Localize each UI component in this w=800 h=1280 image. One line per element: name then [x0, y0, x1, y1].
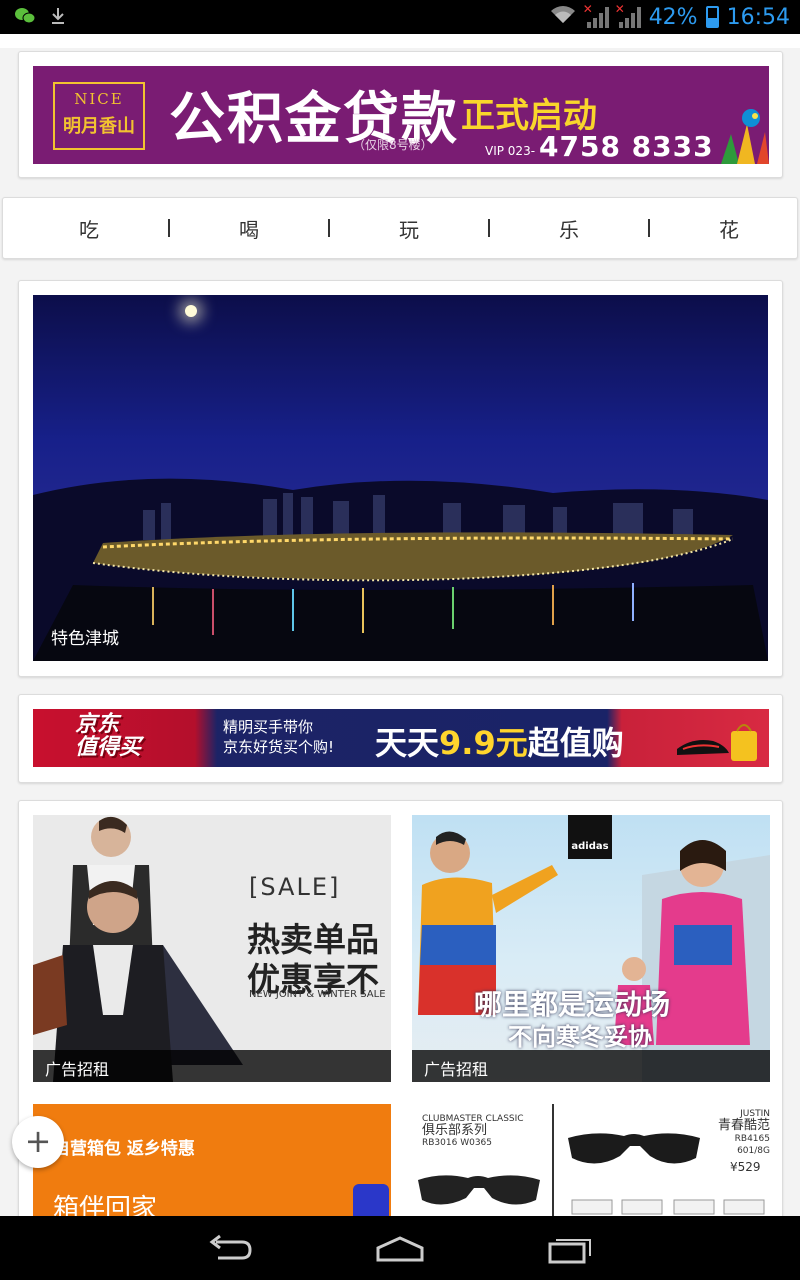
wifi-icon: [549, 3, 577, 31]
battery-icon: [705, 6, 719, 28]
hero-carousel[interactable]: 特色津城: [33, 295, 768, 661]
tile-caption: 广告招租: [45, 1060, 110, 1079]
battery-percent: 42%: [648, 4, 698, 30]
signal-icon: ✕: [583, 2, 609, 28]
hero-carousel-card: 特色津城: [18, 280, 783, 677]
product-tile-luggage[interactable]: 自营箱包 返乡特惠 箱伴回家: [33, 1104, 391, 1216]
page-content: NICE 明月香山 公积金贷款 （仅限8号楼） 正式启动 VIP 023- 47…: [0, 34, 800, 1216]
nav-divider: [328, 219, 330, 237]
sale-line3: NEW JOINT & WINTER SALE: [249, 989, 386, 1000]
luggage-subtitle: 箱伴回家: [53, 1194, 158, 1216]
nav-item-drink[interactable]: 喝: [239, 214, 259, 243]
tile-caption-bar: 广告招租: [412, 1050, 770, 1082]
product-tile-sunglasses[interactable]: CLUBMASTER CLASSIC 俱乐部系列 RB3016 W0365 JU…: [412, 1104, 770, 1216]
banner-phone: 4758 8333: [539, 130, 714, 163]
product-tile-sale[interactable]: [SALE] 热卖单品 优惠享不 NEW JOINT & WINTER SALE…: [33, 815, 391, 1082]
add-button[interactable]: +: [12, 1116, 64, 1168]
top-strip: [0, 34, 800, 48]
jd-banner-card: 京东 值得买 精明买手带你 京东好货买个购! 天天9.9元超值购: [18, 694, 783, 783]
sale-tag: [SALE]: [249, 873, 341, 901]
category-nav: 吃 喝 玩 乐 花: [2, 197, 798, 259]
jd-subtitle: 精明买手带你 京东好货买个购!: [223, 718, 335, 756]
clock: 16:54: [726, 4, 790, 30]
back-icon[interactable]: [206, 1234, 254, 1268]
system-nav-bar: [0, 1216, 800, 1280]
product-grid: [SALE] 热卖单品 优惠享不 NEW JOINT & WINTER SALE…: [18, 800, 783, 1216]
nav-item-eat[interactable]: 吃: [79, 214, 99, 243]
jd-logo: 京东 值得买: [75, 712, 142, 760]
product-tile-adidas[interactable]: adidas 哪里都是运动场 不向寒冬妥协 广告招租: [412, 815, 770, 1082]
signal-icon: ✕: [615, 2, 641, 28]
nav-divider: [168, 219, 170, 237]
adidas-logo: adidas: [568, 815, 612, 859]
hero-caption-bar: 特色津城: [33, 621, 768, 661]
nav-item-play[interactable]: 玩: [399, 214, 419, 243]
sunglasses-image: [418, 1133, 765, 1215]
housing-loan-banner[interactable]: NICE 明月香山 公积金贷款 （仅限8号楼） 正式启动 VIP 023- 47…: [33, 66, 769, 164]
download-icon: [50, 6, 66, 30]
tile-caption-bar: 广告招租: [33, 1050, 391, 1082]
top-banner-card[interactable]: NICE 明月香山 公积金贷款 （仅限8号楼） 正式启动 VIP 023- 47…: [18, 51, 783, 178]
jd-promo-banner[interactable]: 京东 值得买 精明买手带你 京东好货买个购! 天天9.9元超值购: [33, 709, 769, 767]
jd-headline: 天天9.9元超值购: [375, 724, 624, 762]
nav-item-spend[interactable]: 花: [719, 214, 739, 243]
nav-divider: [488, 219, 490, 237]
banner-vip-label: VIP 023-: [485, 144, 536, 158]
home-icon[interactable]: [374, 1234, 426, 1268]
hero-caption: 特色津城: [51, 629, 119, 649]
recent-apps-icon[interactable]: [546, 1234, 594, 1268]
wechat-icon: [14, 6, 36, 30]
parrot-icon: [721, 109, 769, 164]
nice-logo: NICE 明月香山: [53, 82, 145, 150]
city-night-image: [33, 478, 768, 661]
nav-divider: [648, 219, 650, 237]
fashion-models-image: [33, 816, 243, 1082]
tile-caption: 广告招租: [424, 1060, 489, 1079]
luggage-headline: 自营箱包 返乡特惠: [53, 1139, 195, 1159]
nav-item-fun[interactable]: 乐: [559, 214, 579, 243]
status-bar: ✕ ✕ 42% 16:54: [0, 0, 800, 34]
banner-note: （仅限8号楼）: [353, 138, 433, 152]
shoe-bag-icon: [677, 724, 757, 761]
suitcase-icon: [353, 1184, 389, 1216]
adidas-subslogan: 不向寒冬妥协: [508, 1023, 652, 1051]
